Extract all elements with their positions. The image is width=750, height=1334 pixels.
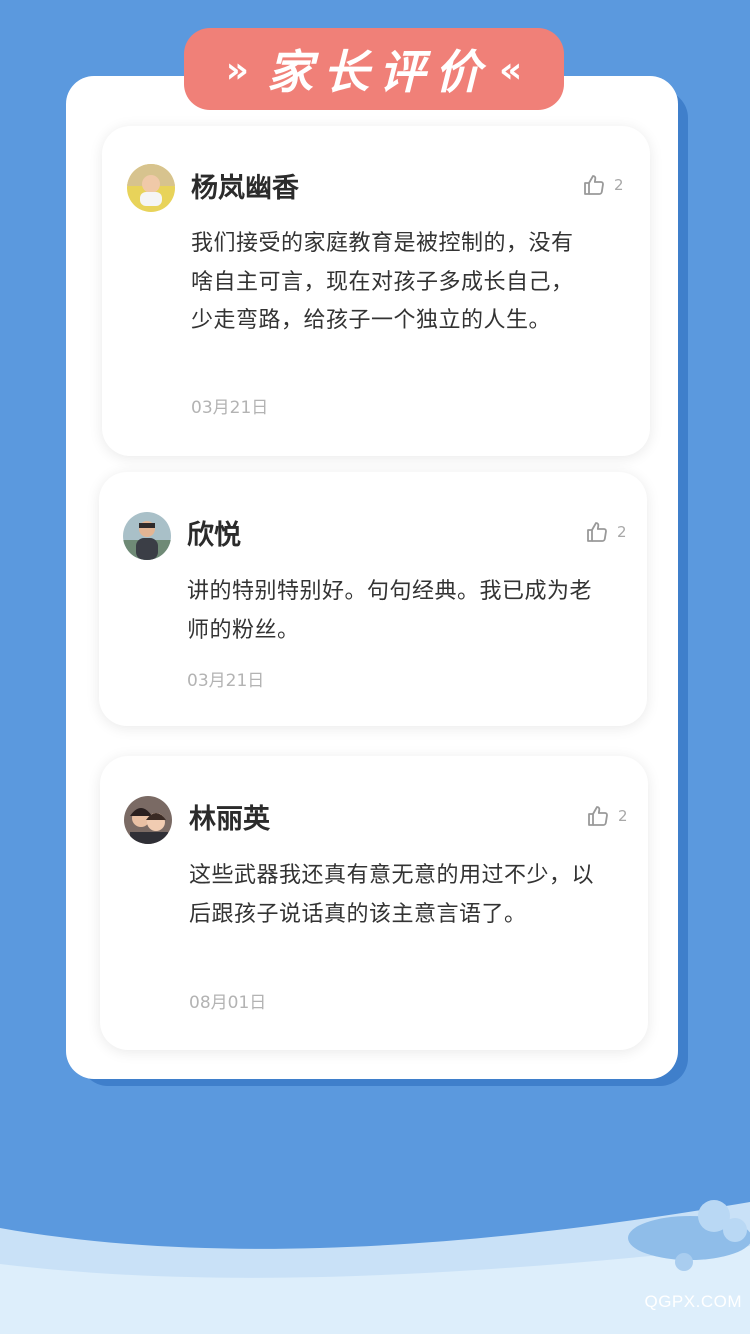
page-title: 家长评价 bbox=[267, 45, 491, 99]
review-card: 林丽英 2 这些武器我还真有意无意的用过不少，以后跟孩子说话真的该主意言语了。 … bbox=[100, 756, 648, 1050]
review-date: 03月21日 bbox=[187, 671, 265, 691]
like-count: 2 bbox=[614, 176, 624, 194]
title-banner: » 家长评价 « bbox=[184, 28, 564, 110]
reviewer-name: 杨岚幽香 bbox=[191, 173, 299, 204]
thumbs-up-icon bbox=[584, 175, 604, 195]
watermark: QGPX.COM bbox=[644, 1292, 742, 1311]
review-text: 这些武器我还真有意无意的用过不少，以后跟孩子说话真的该主意言语了。 bbox=[189, 863, 595, 927]
avatar bbox=[127, 164, 175, 212]
chevron-right-icon: » bbox=[225, 49, 249, 91]
bottom-wave-decoration bbox=[0, 1200, 750, 1334]
chevron-left-icon: « bbox=[499, 49, 523, 91]
thumbs-up-icon bbox=[588, 806, 608, 826]
review-date: 03月21日 bbox=[191, 398, 269, 418]
like-button[interactable]: 2 bbox=[585, 520, 627, 544]
thumbs-up-icon bbox=[587, 522, 607, 542]
review-text: 我们接受的家庭教育是被控制的，没有啥自主可言，现在对孩子多成长自己，少走弯路，给… bbox=[191, 231, 574, 333]
like-button[interactable]: 2 bbox=[586, 804, 628, 828]
avatar bbox=[123, 512, 171, 560]
review-card: 杨岚幽香 2 我们接受的家庭教育是被控制的，没有啥自主可言，现在对孩子多成长自己… bbox=[102, 126, 650, 456]
like-button[interactable]: 2 bbox=[582, 173, 624, 197]
reviewer-name: 林丽英 bbox=[189, 804, 270, 835]
avatar bbox=[124, 796, 172, 844]
review-text: 讲的特别特别好。句句经典。我已成为老师的粉丝。 bbox=[187, 579, 593, 643]
review-date: 08月01日 bbox=[189, 993, 267, 1013]
like-count: 2 bbox=[618, 807, 628, 825]
like-count: 2 bbox=[617, 523, 627, 541]
review-card: 欣悦 2 讲的特别特别好。句句经典。我已成为老师的粉丝。 03月21日 bbox=[99, 472, 647, 726]
reviewer-name: 欣悦 bbox=[187, 520, 241, 551]
